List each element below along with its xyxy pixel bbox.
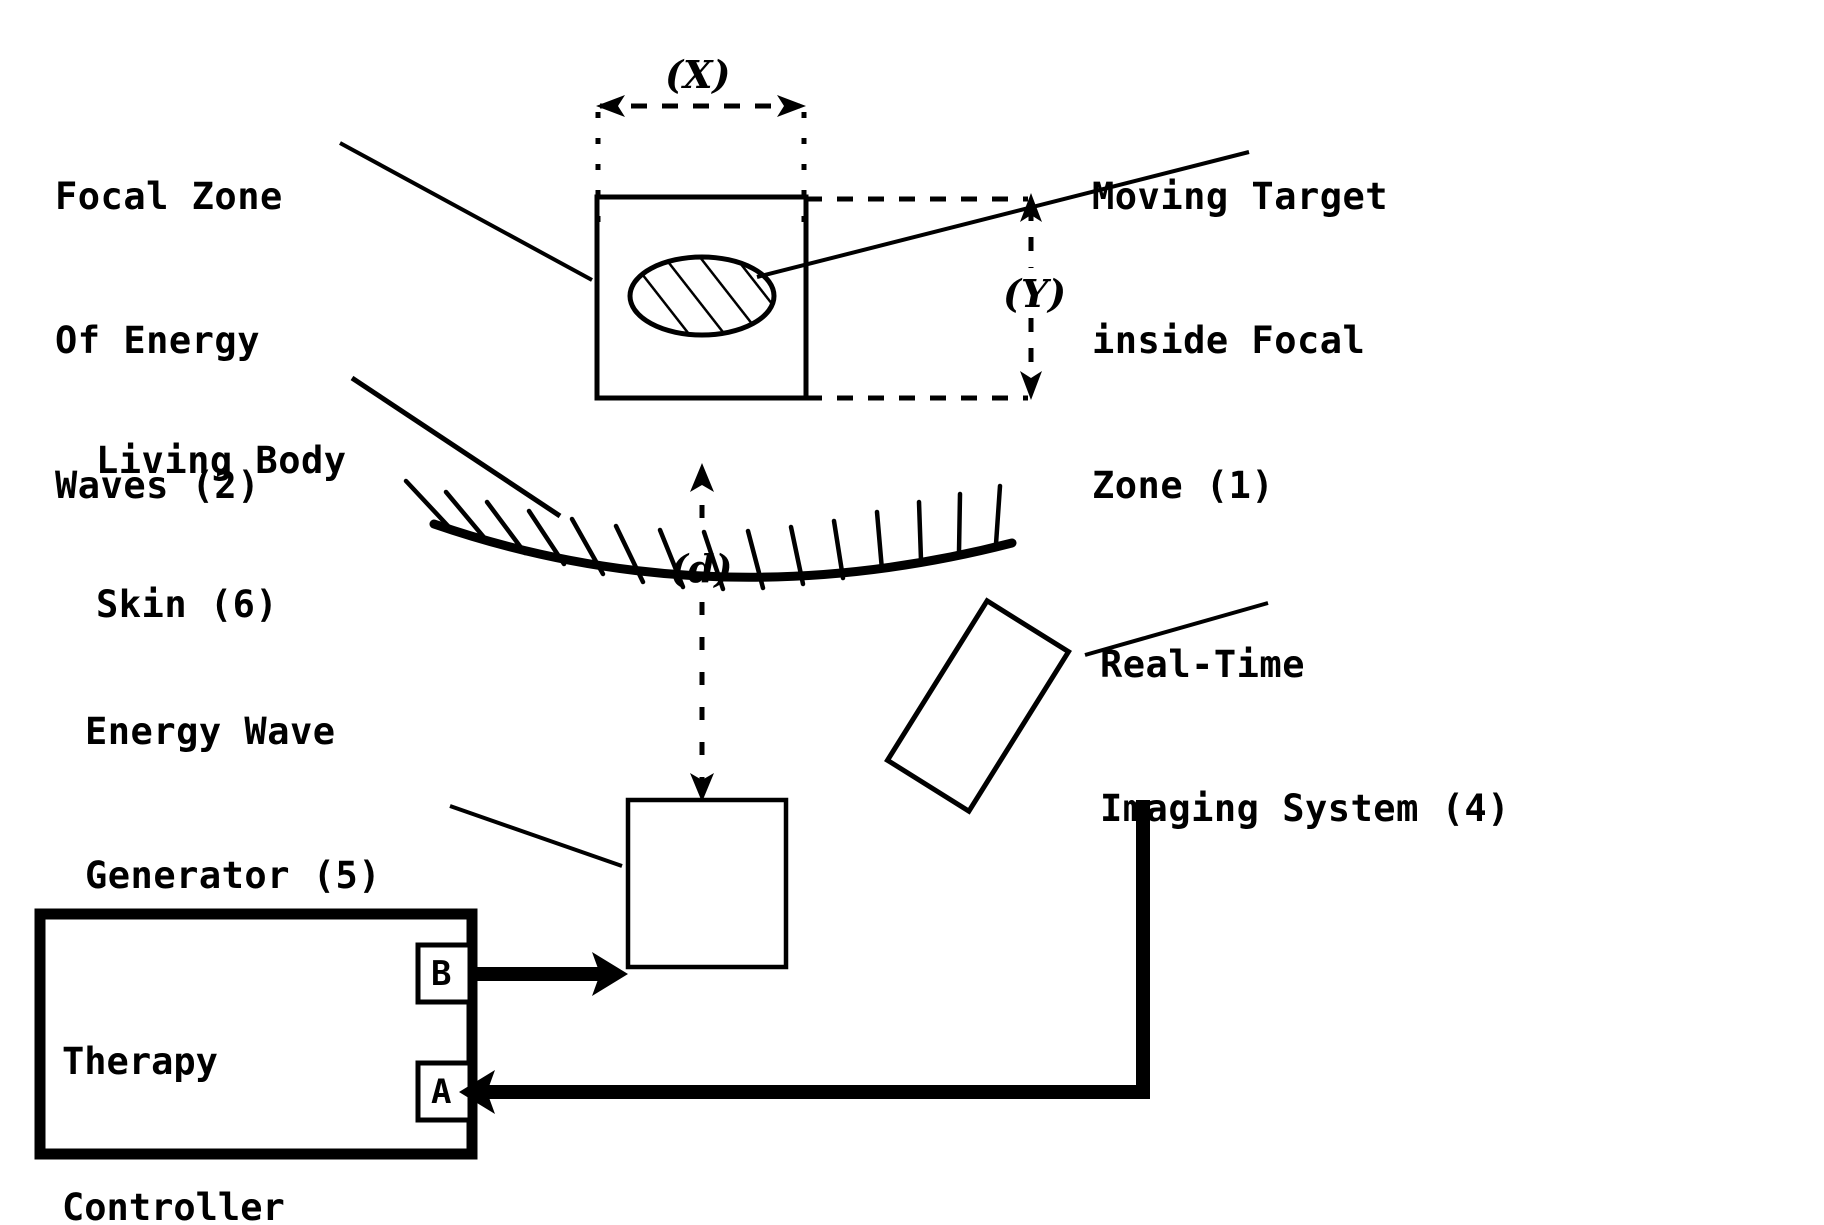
label-real-time-imaging-line-1: Real-Time [1100, 643, 1305, 687]
label-energy-wave-generator-line-2: Generator (5) [85, 854, 382, 898]
control-signal-arrow-b [470, 952, 628, 996]
imaging-system-group [884, 597, 1072, 815]
leader-focal-zone [339, 141, 593, 282]
leader-energy-wave-generator [449, 804, 623, 868]
label-living-body-skin-line-1: Living Body [96, 439, 347, 483]
moving-target-ellipse-group [627, 254, 777, 338]
target-hatch-fill [630, 257, 774, 335]
label-moving-target-line-1: Moving Target [1092, 175, 1389, 219]
label-therapy-controller: Therapy Controller (3) [62, 940, 392, 1225]
dimension-label-x: (X) [665, 52, 731, 97]
energy-wave-generator-box [625, 797, 789, 970]
dimension-label-d: (d) [670, 546, 733, 591]
x-dimension-group [595, 95, 807, 230]
terminal-b-label: B [431, 954, 452, 994]
label-energy-wave-generator-line-1: Energy Wave [85, 710, 336, 754]
terminal-a-label: A [431, 1072, 452, 1112]
label-moving-target-line-3: Zone (1) [1092, 463, 1275, 507]
dimension-label-y: (Y) [1000, 271, 1070, 316]
patent-figure: Focal Zone Of Energy Waves (2) Moving Ta… [0, 0, 1824, 1225]
leader-living-body-skin [350, 375, 562, 519]
d-arrow-top [690, 463, 714, 492]
feedback-signal-arrow-a [459, 800, 1150, 1114]
label-moving-target-line-2: inside Focal [1092, 319, 1366, 363]
label-real-time-imaging-system: Real-Time Imaging System (4) [1100, 545, 1510, 930]
label-focal-zone-line-1: Focal Zone [55, 175, 283, 219]
real-time-imaging-system-box [884, 597, 1072, 815]
label-real-time-imaging-line-2: Imaging System (4) [1100, 787, 1510, 831]
label-therapy-controller-line-1: Therapy [62, 1039, 218, 1083]
label-therapy-controller-line-2: Controller [62, 1186, 285, 1225]
label-moving-target-inside-focal-zone: Moving Target inside Focal Zone (1) [1092, 77, 1388, 606]
feedback-signal-line-a [487, 800, 1150, 1099]
d-distance-group [690, 463, 714, 802]
